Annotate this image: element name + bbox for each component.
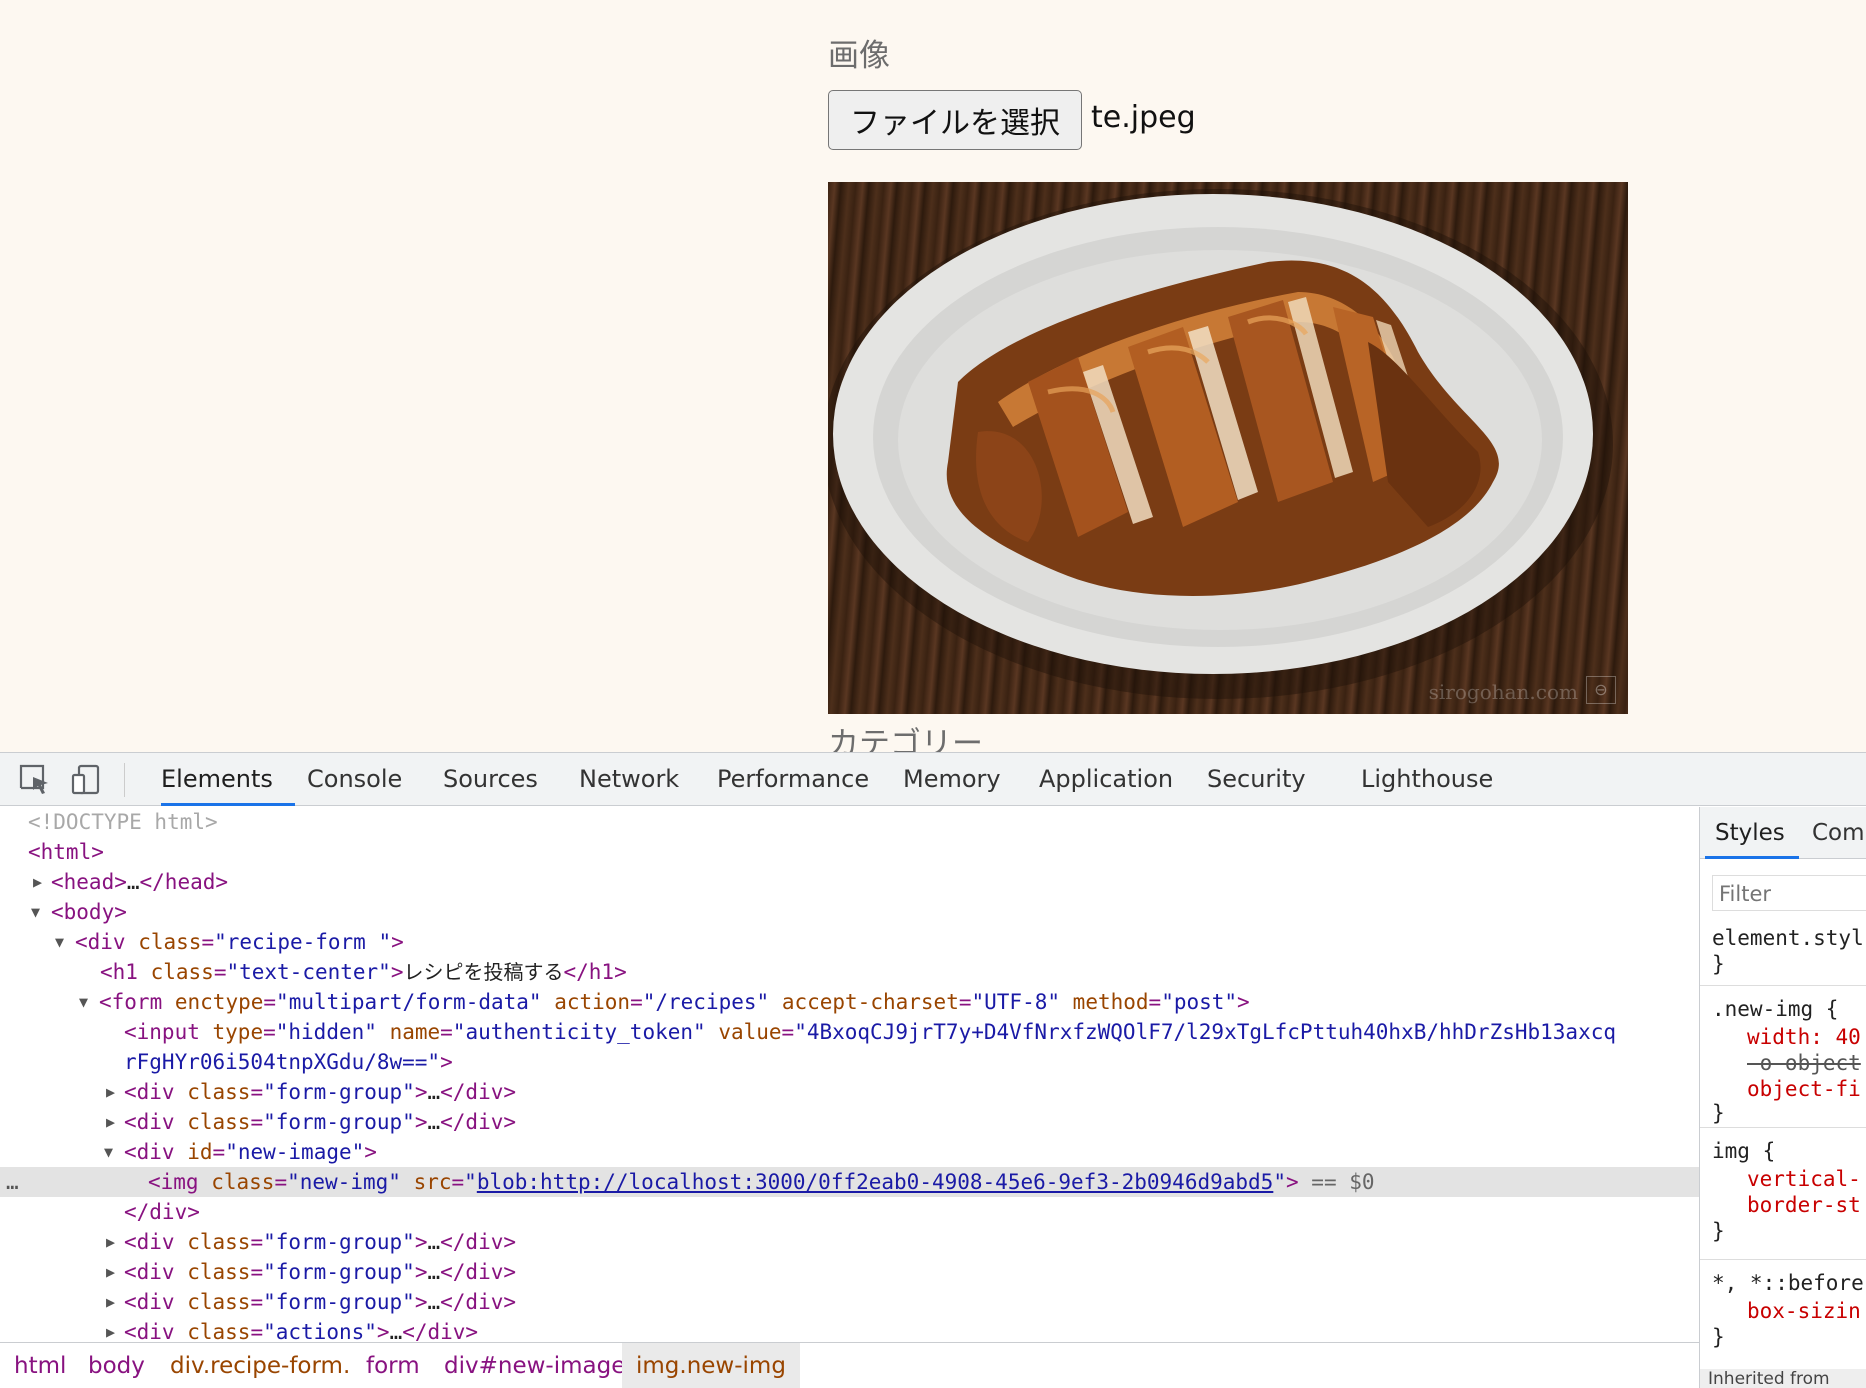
expand-triangle-icon[interactable]: ▶ <box>106 1077 115 1107</box>
tab-console[interactable]: Console <box>307 753 402 806</box>
dom-node-div-recipe-form[interactable]: ▼ <div class="recipe-form "> <box>0 927 1699 957</box>
tab-security[interactable]: Security <box>1207 753 1306 806</box>
style-rule-element: element.styl } <box>1712 926 1864 976</box>
dom-node-form-group[interactable]: ▶ <div class="form-group">…</div> <box>0 1287 1699 1317</box>
expand-triangle-icon[interactable]: ▶ <box>106 1287 115 1317</box>
tab-lighthouse[interactable]: Lighthouse <box>1361 753 1493 806</box>
styles-tabs: Styles Com <box>1700 807 1866 859</box>
img-src-link[interactable]: blob:http://localhost:3000/0ff2eab0-4908… <box>477 1170 1274 1194</box>
dom-node-input-hidden[interactable]: <input type="hidden" name="authenticity_… <box>0 1017 1699 1047</box>
image-watermark: sirogohan.com <box>1428 680 1578 704</box>
selected-file-name: te.jpeg <box>1091 100 1196 135</box>
tab-network[interactable]: Network <box>579 753 679 806</box>
styles-filter-input[interactable]: Filter <box>1712 875 1866 911</box>
inherited-from-header: Inherited from <box>1700 1369 1866 1388</box>
image-preview: sirogohan.com ⊖ <box>828 182 1628 714</box>
collapse-triangle-icon[interactable]: ▼ <box>104 1137 113 1167</box>
choose-file-button[interactable]: ファイルを選択 <box>828 90 1082 150</box>
image-field-label: 画像 <box>828 38 890 74</box>
dom-node-input-hidden-wrap: rFgHYr06i504tnpXGdu/8w=="> <box>124 1050 453 1074</box>
breadcrumb-form[interactable]: form <box>366 1343 420 1388</box>
expand-triangle-icon[interactable]: ▶ <box>106 1257 115 1287</box>
category-field-label: カテゴリー <box>828 726 983 752</box>
dom-node-form-group[interactable]: ▶ <div class="form-group">…</div> <box>0 1227 1699 1257</box>
dom-node-form[interactable]: ▼ <form enctype="multipart/form-data" ac… <box>0 987 1699 1017</box>
expand-triangle-icon[interactable]: ▶ <box>106 1317 115 1342</box>
dom-node-div-close[interactable]: </div> <box>0 1197 1699 1227</box>
selected-node-marker: == $0 <box>1311 1170 1375 1194</box>
breadcrumb: html body div.recipe-form. form div#new-… <box>0 1342 1699 1388</box>
tab-sources[interactable]: Sources <box>443 753 538 806</box>
expand-triangle-icon[interactable]: ▶ <box>106 1107 115 1137</box>
dom-node-div-new-image[interactable]: ▼ <div id="new-image"> <box>0 1137 1699 1167</box>
dom-node-h1[interactable]: <h1 class="text-center">レシピを投稿する</h1> <box>0 957 1699 987</box>
tab-memory[interactable]: Memory <box>903 753 1001 806</box>
tab-application[interactable]: Application <box>1039 753 1173 806</box>
breadcrumb-div-new-image[interactable]: div#new-image <box>444 1343 625 1388</box>
dom-node-head[interactable]: ▶ <head>…</head> <box>0 867 1699 897</box>
dom-node-form-group[interactable]: ▶ <div class="form-group">…</div> <box>0 1107 1699 1137</box>
tab-styles[interactable]: Styles <box>1705 807 1799 859</box>
breadcrumb-body[interactable]: body <box>88 1343 145 1388</box>
dom-node-form-group[interactable]: ▶ <div class="form-group">…</div> <box>0 1257 1699 1287</box>
dom-node-actions[interactable]: ▶ <div class="actions">…</div> <box>0 1317 1699 1342</box>
style-rule-universal: *, *::before box-sizin } <box>1700 1259 1866 1369</box>
elements-tree: <!DOCTYPE html> <html> ▶ <head>…</head> … <box>0 807 1699 1342</box>
expand-triangle-icon[interactable]: ▶ <box>106 1227 115 1257</box>
tab-performance[interactable]: Performance <box>717 753 869 806</box>
dom-node-body[interactable]: ▼ <body> <box>0 897 1699 927</box>
tab-computed[interactable]: Com <box>1812 807 1865 859</box>
device-toolbar-icon[interactable] <box>70 763 104 797</box>
inspect-element-icon[interactable] <box>18 763 52 797</box>
collapse-triangle-icon[interactable]: ▼ <box>79 987 88 1017</box>
dom-node-form-group[interactable]: ▶ <div class="form-group">…</div> <box>0 1077 1699 1107</box>
dom-node-doctype[interactable]: <!DOCTYPE html> <box>0 807 1699 837</box>
expand-triangle-icon[interactable]: ▶ <box>33 867 42 897</box>
tab-elements[interactable]: Elements <box>161 753 295 806</box>
food-photo-illustration <box>828 189 1613 699</box>
collapse-triangle-icon[interactable]: ▼ <box>55 927 64 957</box>
breadcrumb-div-recipe-form[interactable]: div.recipe-form. <box>170 1343 350 1388</box>
breadcrumb-html[interactable]: html <box>14 1343 66 1388</box>
toolbar-separator <box>124 763 125 797</box>
devtools-panel: Elements Console Sources Network Perform… <box>0 752 1866 1388</box>
watermark-logo-icon: ⊖ <box>1586 676 1616 704</box>
style-rule-new-img: .new-img { width: 40 -o-object object-fi… <box>1700 985 1866 1125</box>
styles-sidebar: Styles Com Filter element.styl } .new-im… <box>1699 807 1866 1388</box>
devtools-toolbar: Elements Console Sources Network Perform… <box>0 753 1866 806</box>
dom-node-html[interactable]: <html> <box>0 837 1699 867</box>
page-viewport: 画像 ファイルを選択 te.jpeg sirogohan.com ⊖ カテゴリー <box>0 0 1866 752</box>
collapse-triangle-icon[interactable]: ▼ <box>31 897 40 927</box>
breadcrumb-img-new-img[interactable]: img.new-img <box>622 1343 800 1388</box>
style-rule-img: img { vertical- border-st } <box>1700 1127 1866 1247</box>
dom-node-img-selected[interactable]: … <img class="new-img" src="blob:http://… <box>0 1167 1699 1197</box>
more-options-icon[interactable]: … <box>6 1167 19 1197</box>
